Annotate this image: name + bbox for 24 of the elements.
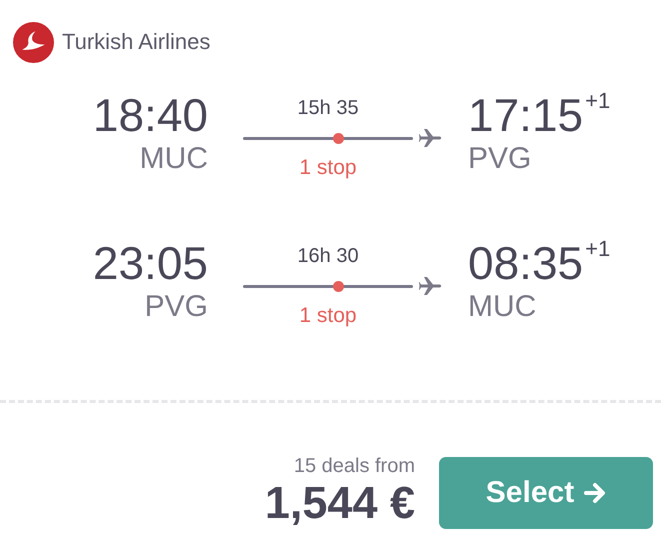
flight-duration: 15h 35 xyxy=(296,96,360,120)
arrival-time: 17:15 xyxy=(468,90,584,140)
select-button[interactable]: Select xyxy=(439,457,653,529)
flight-duration: 16h 30 xyxy=(296,244,360,268)
day-offset: +1 xyxy=(585,90,610,112)
arrival-time: 08:35 xyxy=(468,238,584,288)
stop-dot xyxy=(333,280,344,292)
plane-icon xyxy=(419,127,443,149)
deals-count: 15 deals from xyxy=(294,454,415,478)
arrival-airport: PVG xyxy=(468,142,532,176)
departure-time: 18:40 xyxy=(92,90,208,140)
stop-count: 1 stop xyxy=(298,155,358,181)
stop-count: 1 stop xyxy=(298,303,358,329)
arrival-airport: MUC xyxy=(468,290,536,324)
stop-dot xyxy=(333,132,344,144)
airline-logo-icon xyxy=(13,22,54,62)
departure-airport: PVG xyxy=(144,290,208,324)
arrow-icon xyxy=(584,482,606,504)
plane-icon xyxy=(419,275,443,297)
airline-name: Turkish Airlines xyxy=(62,29,210,55)
departure-time: 23:05 xyxy=(92,238,208,288)
price: 1,544 € xyxy=(264,478,415,528)
day-offset: +1 xyxy=(585,238,610,260)
departure-airport: MUC xyxy=(140,142,208,176)
